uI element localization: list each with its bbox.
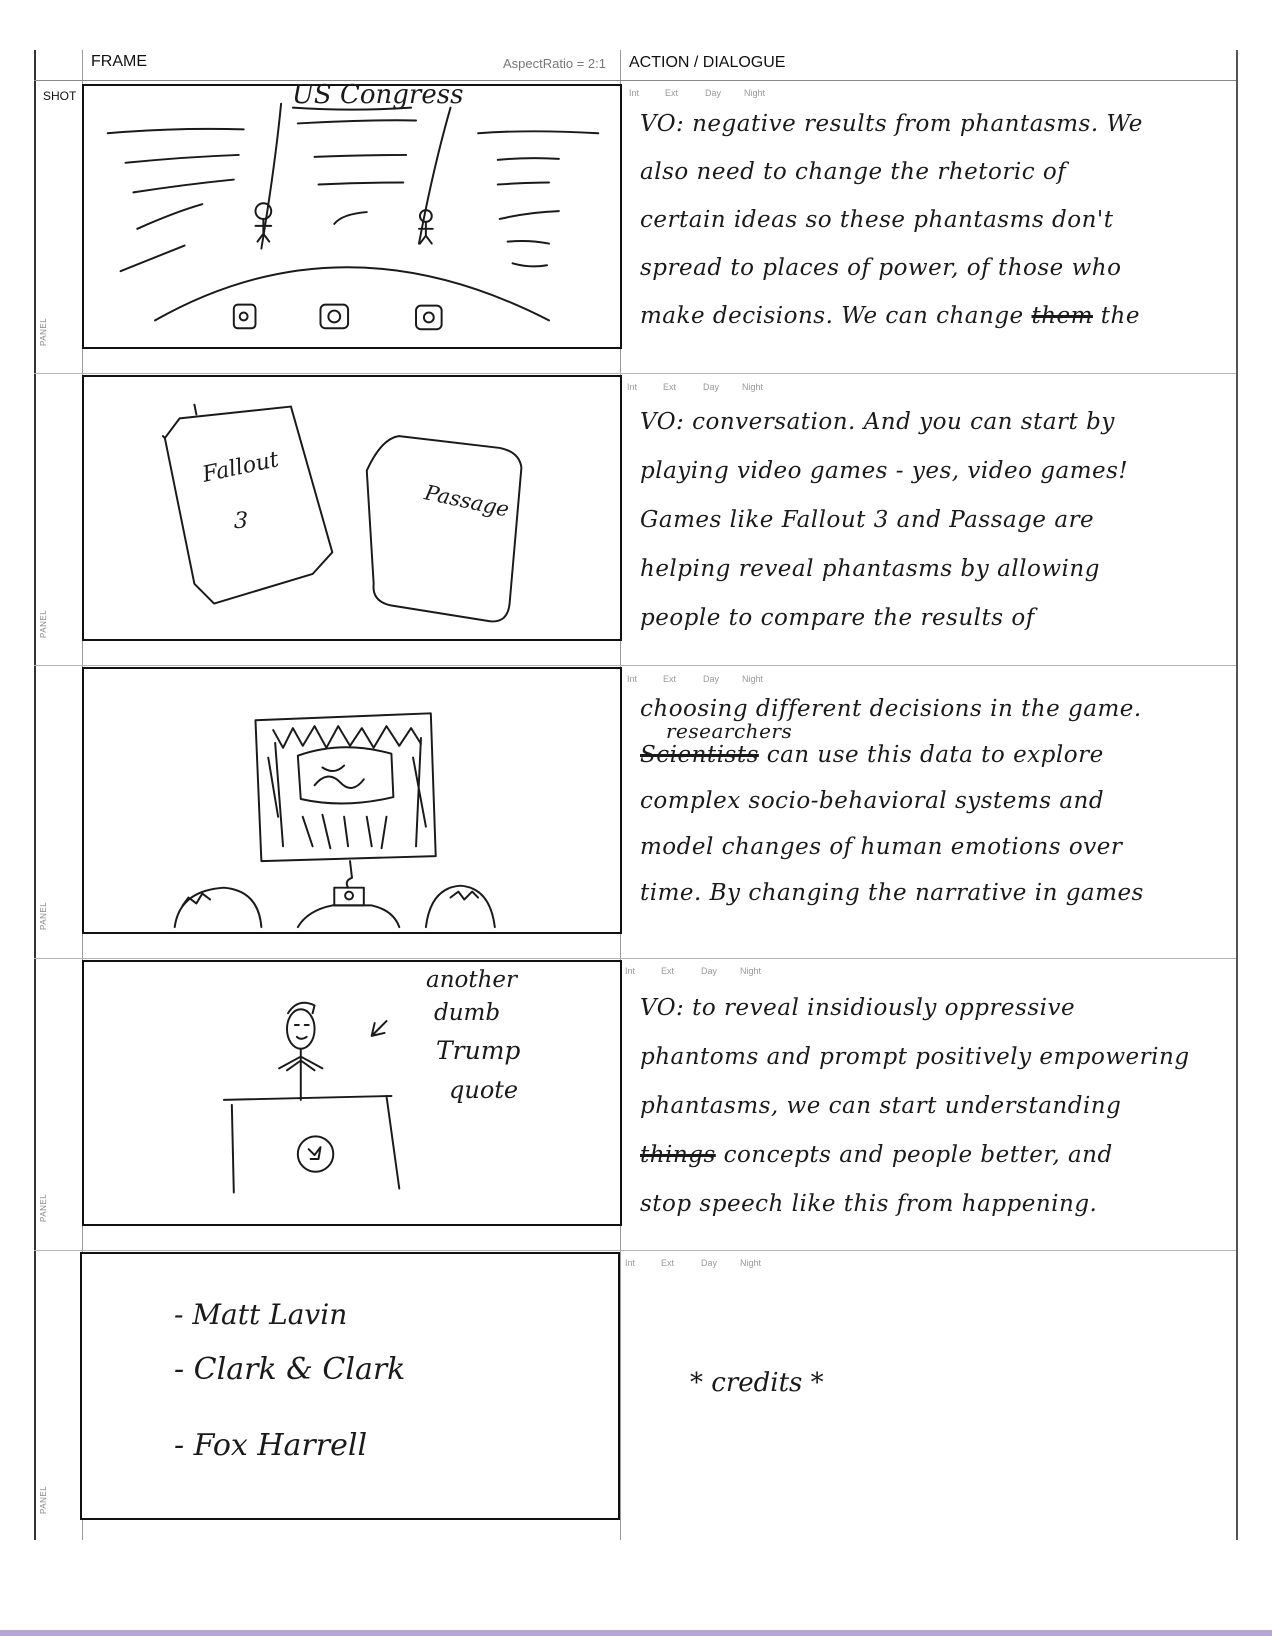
- dialogue-line: stop speech like this from happening.: [640, 1191, 1098, 1217]
- tag-night: Night: [740, 1258, 762, 1268]
- dialogue-line: spread to places of power, of those who: [640, 255, 1122, 281]
- credit-line-1: - Matt Lavin: [174, 1298, 348, 1331]
- note-another: another: [426, 967, 518, 993]
- dialogue-line: time. By changing the narrative in games: [640, 880, 1144, 906]
- dialogue-line: phantoms and prompt positively empowerin…: [640, 1044, 1190, 1070]
- dialogue-credits: * credits *: [690, 1368, 824, 1398]
- tag-night: Night: [744, 88, 766, 98]
- dialogue-text: can use this data to explore: [766, 742, 1104, 768]
- tag-ext: Ext: [661, 1258, 675, 1268]
- note-dumb: dumb: [434, 1000, 501, 1026]
- frame-panel-2: Fallout 3 Passage: [82, 375, 622, 641]
- dialogue-line: model changes of human emotions over: [640, 834, 1123, 860]
- tag-ext: Ext: [665, 88, 679, 98]
- action-dialogue-header: ACTION / DIALOGUE: [629, 54, 786, 71]
- left-margin-line: [34, 50, 36, 1540]
- dialogue-line: Games like Fallout 3 and Passage are: [640, 507, 1095, 533]
- frame-panel-3: [82, 667, 622, 934]
- header-rule: [34, 80, 1236, 81]
- dialogue-text: make decisions. We can change: [640, 303, 1024, 329]
- dialogue-strikethrough: things: [640, 1142, 716, 1168]
- tag-int: Int: [627, 382, 638, 392]
- tag-int: Int: [627, 674, 638, 684]
- dialogue-insertion: researchers: [666, 719, 793, 743]
- card-label-fallout-number: 3: [234, 509, 248, 534]
- row-rule-4: [34, 1250, 1236, 1251]
- dialogue-strikethrough: them: [1031, 303, 1093, 329]
- dialogue-line: VO: negative results from phantasms. We: [640, 111, 1143, 137]
- credit-line-2: - Clark & Clark: [174, 1352, 406, 1387]
- row-rule-2: [34, 665, 1236, 666]
- tag-day: Day: [703, 382, 720, 392]
- dialogue-line: make decisions. We can change them the: [640, 292, 1210, 340]
- dialogue-panel-4: VO: to reveal insidiously oppressive pha…: [640, 984, 1210, 1229]
- sketch-podium-speaker: [222, 1001, 401, 1194]
- dialogue-line: phantasms, we can start understanding: [640, 1093, 1122, 1119]
- dialogue-line: VO: conversation. And you can start by: [640, 409, 1115, 435]
- tag-day: Day: [701, 966, 718, 976]
- frame-panel-5: - Matt Lavin - Clark & Clark - Fox Harre…: [80, 1252, 620, 1520]
- shot-label: SHOT: [43, 89, 77, 103]
- dialogue-line: playing video games - yes, video games!: [640, 458, 1129, 484]
- dialogue-line: certain ideas so these phantasms don't: [640, 207, 1114, 233]
- tag-night: Night: [740, 966, 762, 976]
- dialogue-line: researchers Scientists can use this data…: [640, 719, 1210, 778]
- tag-ext: Ext: [663, 382, 677, 392]
- frame-panel-4: another dumb Trump quote: [82, 960, 622, 1226]
- right-edge-line: [1236, 50, 1238, 1540]
- panel-label-3: PANEL: [39, 901, 48, 930]
- page-bottom-edge: [0, 1630, 1272, 1636]
- tag-day: Day: [705, 88, 722, 98]
- dialogue-panel-2: VO: conversation. And you can start by p…: [640, 398, 1210, 643]
- dialogue-line: also need to change the rhetoric of: [640, 159, 1067, 185]
- tag-int: Int: [629, 88, 640, 98]
- dialogue-line: things concepts and people better, and: [640, 1131, 1210, 1180]
- row-rule-1: [34, 373, 1236, 374]
- frame-panel-1: US Congress: [82, 80, 622, 349]
- dialogue-line: complex socio-behavioral systems and: [640, 788, 1105, 814]
- panel-label-4: PANEL: [39, 1193, 48, 1222]
- sketch-us-congress: [106, 102, 600, 331]
- tag-int: Int: [625, 966, 636, 976]
- note-quote: quote: [449, 1076, 519, 1104]
- sketch-audience-screen: [173, 712, 496, 929]
- dialogue-panel-3: choosing different decisions in the game…: [640, 686, 1210, 916]
- panel-label-2: PANEL: [39, 609, 48, 638]
- tag-night: Night: [742, 382, 764, 392]
- tag-night: Night: [742, 674, 764, 684]
- dialogue-panel-1: VO: negative results from phantasms. We …: [640, 100, 1210, 340]
- credit-line-3: - Fox Harrell: [174, 1428, 368, 1463]
- tag-ext: Ext: [663, 674, 677, 684]
- note-trump: Trump: [436, 1036, 521, 1065]
- panel-label-1: PANEL: [39, 317, 48, 346]
- dialogue-text: concepts and people better, and: [723, 1142, 1113, 1168]
- dialogue-line: people to compare the results of: [640, 605, 1035, 631]
- tag-day: Day: [701, 1258, 718, 1268]
- sketch-caption-congress: US Congress: [292, 80, 464, 110]
- tag-ext: Ext: [661, 966, 675, 976]
- frame-header: FRAME: [91, 53, 147, 70]
- aspect-ratio-label: AspectRatio = 2:1: [503, 56, 606, 71]
- sketch-game-cards: [161, 403, 523, 623]
- dialogue-line: helping reveal phantasms by allowing: [640, 556, 1100, 582]
- tag-int: Int: [625, 1258, 636, 1268]
- panel-label-5: PANEL: [39, 1485, 48, 1514]
- dialogue-text: the: [1100, 303, 1140, 329]
- dialogue-line: VO: to reveal insidiously oppressive: [640, 995, 1076, 1021]
- row-rule-3: [34, 958, 1236, 959]
- tag-day: Day: [703, 674, 720, 684]
